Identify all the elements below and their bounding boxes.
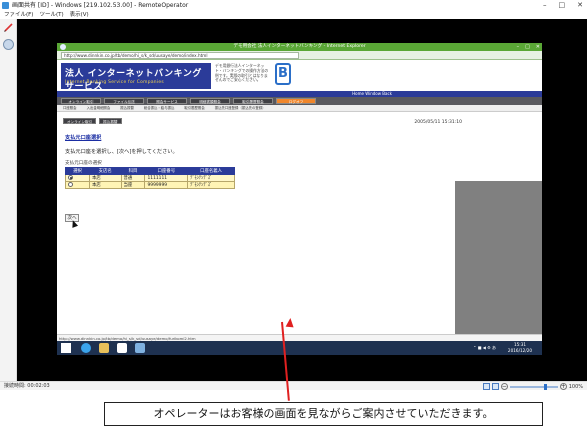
bank-logo-sub: Internet Banking Service for Companies bbox=[65, 80, 164, 85]
nav-online[interactable]: オンライン取引 bbox=[61, 98, 101, 104]
system-tray[interactable]: ⌃ ■ ◀ ⚙ あ bbox=[473, 345, 496, 351]
section-label: 支払元口座の選択 bbox=[65, 161, 102, 166]
pen-icon[interactable] bbox=[3, 22, 14, 33]
browser-window-controls: – □ ✕ bbox=[517, 43, 540, 51]
app-shield-icon bbox=[2, 2, 9, 9]
remote-taskbar: ⌃ ■ ◀ ⚙ あ 15:31 2016/12/20 bbox=[57, 341, 542, 355]
folder-taskbar-icon[interactable] bbox=[99, 343, 109, 353]
browser-maximize-button[interactable]: □ bbox=[525, 43, 530, 51]
clock-date: 2016/12/20 bbox=[507, 347, 533, 353]
instruction-text: 支払元口座を選択し、[次へ]を押してください。 bbox=[65, 149, 178, 155]
type-cell: 普通 bbox=[120, 174, 146, 182]
actual-size-icon[interactable] bbox=[491, 383, 499, 390]
main-nav: オンライン取引 ファイル伝送 照会サービス 明細書類照会 取引履歴照会 ログオフ bbox=[57, 97, 542, 105]
nav-inquiry[interactable]: 照会サービス bbox=[147, 98, 187, 104]
ie-logo-icon bbox=[60, 44, 66, 50]
annotation-arrow-head bbox=[285, 317, 295, 328]
bank-logo-main: 法人 インターネットバンキングサービス bbox=[65, 69, 202, 92]
browser-title-text: デモ用会社 法人インターネットバンキング - Internet Explorer bbox=[233, 44, 366, 49]
holder-cell: ﾃﾞﾓｼﾃﾝﾃﾞｽﾞ bbox=[187, 174, 235, 182]
browser-minimize-button[interactable]: – bbox=[517, 43, 520, 51]
tab-transfer[interactable]: 振込振替 bbox=[99, 118, 122, 124]
app-title-bar: 画面共有 [ID] - Windows [219.102.53.00] - Re… bbox=[0, 0, 587, 11]
close-button[interactable]: ✕ bbox=[577, 0, 583, 11]
store-taskbar-icon[interactable] bbox=[117, 343, 127, 353]
bank-description: デモ用銀行法人インターネット・バンキングでの操作方法の例です。実際の取引とはなり… bbox=[215, 63, 269, 83]
bank-logo: 法人 インターネットバンキングサービス Internet Banking Ser… bbox=[61, 63, 211, 92]
table-row[interactable]: 本店 普通 1111111 ﾃﾞﾓｼﾃﾝﾃﾞｽﾞ bbox=[65, 174, 235, 182]
windows-start-icon[interactable] bbox=[61, 343, 71, 353]
account-radio-selected[interactable] bbox=[68, 175, 73, 180]
tab-online[interactable]: オンライン取引 bbox=[63, 118, 97, 124]
browser-title-bar: デモ用会社 法人インターネットバンキング - Internet Explorer… bbox=[57, 43, 542, 51]
zoom-in-icon[interactable]: + bbox=[559, 383, 567, 390]
col-select: 選択 bbox=[65, 167, 90, 175]
nav-history[interactable]: 取引履歴照会 bbox=[233, 98, 273, 104]
timestamp: 2005/05/11 15:31:10 bbox=[414, 120, 462, 125]
bank-header: 法人 インターネットバンキングサービス Internet Banking Ser… bbox=[57, 60, 542, 92]
nav-file-transfer[interactable]: ファイル伝送 bbox=[104, 98, 144, 104]
menu-tools[interactable]: ツール(T) bbox=[39, 11, 63, 19]
select-cell bbox=[65, 174, 90, 182]
app-status-bar: 接続時間: 00:02:03 − + 100% bbox=[0, 381, 587, 390]
subnav-bulk[interactable]: 総合振込・給与振込 bbox=[144, 105, 175, 111]
nav-logoff[interactable]: ログオフ bbox=[276, 98, 316, 104]
subnav-account[interactable]: 口座照会 bbox=[63, 105, 77, 111]
address-bar[interactable]: http://www.dinnkin.co.jp/tb/demo/hi_s/k_… bbox=[61, 52, 299, 59]
fit-window-icon[interactable] bbox=[482, 383, 490, 390]
select-cell bbox=[65, 181, 90, 189]
zoom-controls: − + 100% bbox=[482, 383, 583, 390]
col-number: 口座番号 bbox=[144, 167, 189, 175]
browser-status-bar: http://www.dinnkin.co.jp/tb/demo/hi_s/k_… bbox=[57, 334, 542, 341]
browser-window: デモ用会社 法人インターネットバンキング - Internet Explorer… bbox=[57, 43, 542, 343]
zoom-out-icon[interactable]: − bbox=[500, 383, 508, 390]
account-radio[interactable] bbox=[68, 182, 73, 187]
zoom-slider[interactable] bbox=[509, 383, 558, 390]
col-type: 科目 bbox=[120, 167, 146, 175]
number-cell: 1111111 bbox=[144, 174, 189, 182]
app-taskbar-icon[interactable] bbox=[135, 343, 145, 353]
col-holder: 口座名義人 bbox=[187, 167, 235, 175]
annotation-caption: オペレーターはお客様の画面を見ながらご案内させていただきます。 bbox=[104, 402, 543, 426]
holder-cell: ﾃﾞﾓｼﾃﾝﾃﾞｽﾞ bbox=[187, 181, 235, 189]
ie-taskbar-icon[interactable] bbox=[81, 343, 91, 353]
zoom-slider-thumb[interactable] bbox=[543, 383, 547, 390]
type-cell: 当座 bbox=[120, 181, 146, 189]
subnav-register[interactable]: 振込先口座登録（振込先の登録） bbox=[215, 105, 266, 111]
breadcrumb-tabs: オンライン取引 振込振替 bbox=[63, 118, 122, 124]
branch-cell: 本店 bbox=[88, 181, 122, 189]
bank-b-logo-icon: B bbox=[275, 63, 291, 85]
browser-close-button[interactable]: ✕ bbox=[536, 43, 540, 51]
sub-nav: 口座照会 入出金明細照会 振込振替 総合振込・給与振込 取引履歴照会 振込先口座… bbox=[57, 105, 542, 112]
subnav-history[interactable]: 取引履歴照会 bbox=[184, 105, 204, 111]
menu-file[interactable]: ファイル(F) bbox=[4, 11, 33, 19]
nav-statements[interactable]: 明細書類照会 bbox=[190, 98, 230, 104]
table-header-row: 選択 支店名 科目 口座番号 口座名義人 bbox=[65, 167, 235, 175]
account-table: 選択 支店名 科目 口座番号 口座名義人 本店 普通 1111111 ﾃﾞﾓｼﾃ… bbox=[65, 167, 235, 189]
remote-screen: デモ用会社 法人インターネットバンキング - Internet Explorer… bbox=[17, 19, 587, 381]
window-controls: – □ ✕ bbox=[543, 0, 583, 11]
globe-icon[interactable] bbox=[3, 39, 14, 50]
table-row[interactable]: 本店 当座 9999999 ﾃﾞﾓｼﾃﾝﾃﾞｽﾞ bbox=[65, 181, 235, 189]
col-branch: 支店名 bbox=[88, 167, 122, 175]
minimize-button[interactable]: – bbox=[543, 0, 547, 11]
subnav-transfer[interactable]: 振込振替 bbox=[120, 105, 134, 111]
app-menu-bar: ファイル(F) ツール(T) 表示(V) bbox=[0, 11, 587, 19]
page-title: 支払元口座選択 bbox=[65, 135, 102, 141]
maximize-button[interactable]: □ bbox=[559, 0, 566, 11]
address-row: http://www.dinnkin.co.jp/tb/demo/hi_s/k_… bbox=[57, 51, 542, 60]
left-toolbar bbox=[0, 19, 17, 381]
branch-cell: 本店 bbox=[88, 174, 122, 182]
subnav-deposit[interactable]: 入出金明細照会 bbox=[87, 105, 111, 111]
taskbar-clock: 15:31 2016/12/20 bbox=[502, 342, 538, 353]
menu-view[interactable]: 表示(V) bbox=[70, 11, 89, 19]
zoom-percent: 100% bbox=[568, 383, 583, 390]
unrendered-region bbox=[455, 181, 542, 343]
elapsed-time: 接続時間: 00:02:03 bbox=[4, 383, 50, 389]
number-cell: 9999999 bbox=[144, 181, 189, 189]
app-title-text: 画面共有 [ID] - Windows [219.102.53.00] - Re… bbox=[12, 2, 189, 9]
